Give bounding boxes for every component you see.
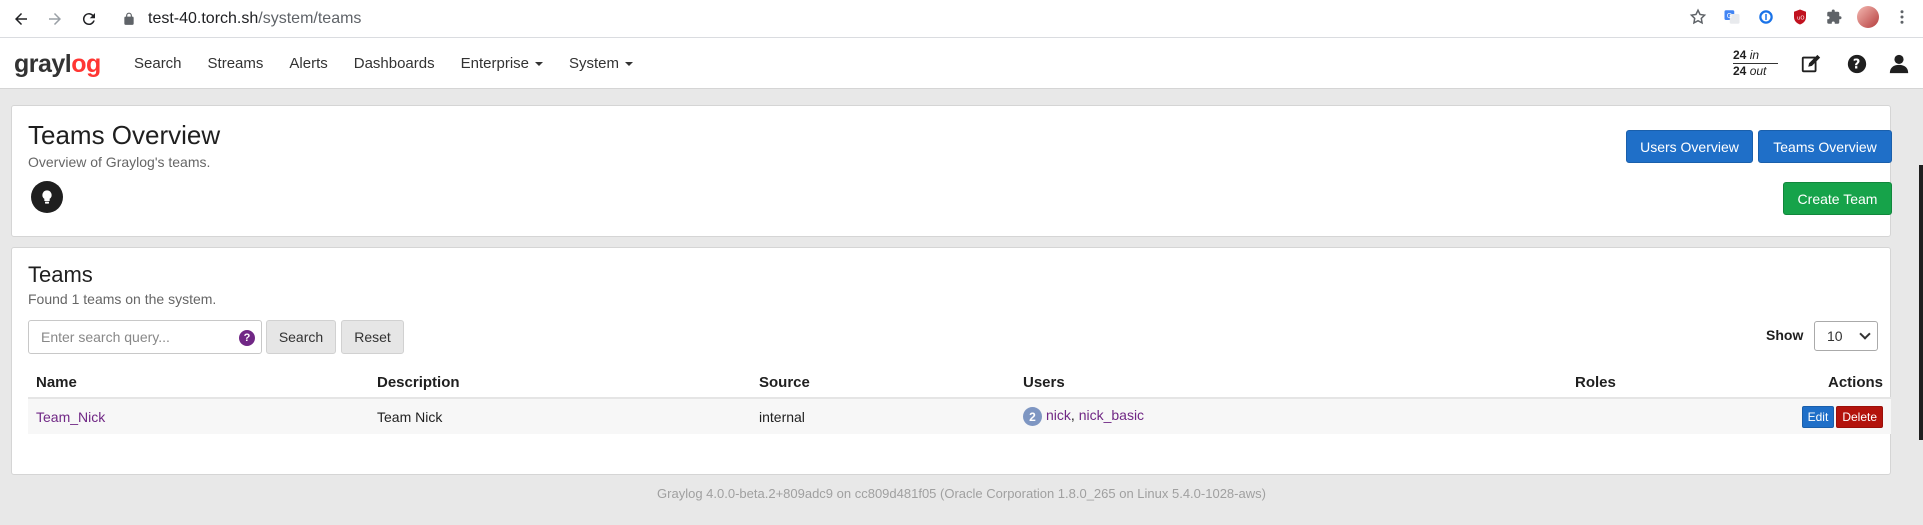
version-footer: Graylog 4.0.0-beta.2+809adc9 on cc809d48… xyxy=(657,486,1266,501)
search-button[interactable]: Search xyxy=(266,320,336,354)
profile-avatar[interactable] xyxy=(1857,6,1879,28)
user-count-badge: 2 xyxy=(1023,407,1042,426)
extensions-puzzle-icon[interactable] xyxy=(1823,6,1845,28)
main-nav: Search Streams Alerts Dashboards Enterpr… xyxy=(134,38,659,89)
address-bar[interactable]: test-40.torch.sh/system/teams xyxy=(122,10,361,28)
section-subtitle: Found 1 teams on the system. xyxy=(28,291,217,307)
table-row: Team_Nick Team Nick internal 2 nick, nick… xyxy=(28,398,1891,434)
team-description: Team Nick xyxy=(369,398,751,434)
reset-button[interactable]: Reset xyxy=(341,320,404,354)
column-header-description: Description xyxy=(369,368,751,399)
team-roles xyxy=(1567,398,1767,434)
user-menu-icon[interactable] xyxy=(1888,53,1910,75)
back-icon[interactable] xyxy=(8,6,34,32)
page-scrollbar[interactable] xyxy=(1919,165,1923,440)
column-header-name: Name xyxy=(28,368,369,399)
caret-down-icon xyxy=(625,62,634,67)
page-header-panel: Teams Overview Overview of Graylog's tea… xyxy=(11,105,1892,237)
page-size-label: Show xyxy=(1766,327,1804,343)
password-manager-icon[interactable] xyxy=(1755,6,1777,28)
forward-icon[interactable] xyxy=(42,6,68,32)
delete-team-button[interactable]: Delete xyxy=(1836,405,1883,428)
section-title: Teams xyxy=(28,262,93,287)
column-header-actions: Actions xyxy=(1767,368,1891,399)
user-link[interactable]: nick_basic xyxy=(1079,407,1144,423)
column-header-roles: Roles xyxy=(1567,368,1767,399)
edit-team-button[interactable]: Edit xyxy=(1801,405,1835,428)
search-field: ? xyxy=(28,320,262,354)
page-size-select[interactable]: 10 xyxy=(1814,321,1878,351)
teams-table: Name Description Source Users Roles Acti… xyxy=(28,368,1891,434)
nav-enterprise-dropdown[interactable]: Enterprise xyxy=(461,55,543,72)
caret-down-icon xyxy=(535,62,543,67)
create-team-button[interactable]: Create Team xyxy=(1783,182,1892,215)
url-path: /system/teams xyxy=(258,9,362,27)
lock-icon xyxy=(124,12,134,25)
graylog-logo[interactable]: graylog xyxy=(14,50,101,79)
teams-panel: Teams Found 1 teams on the system. ? Sea… xyxy=(11,247,1891,475)
table-header-row: Name Description Source Users Roles Acti… xyxy=(28,368,1891,399)
search-input[interactable] xyxy=(41,329,241,345)
help-circle-icon[interactable]: ? xyxy=(1846,53,1868,75)
nav-streams[interactable]: Streams xyxy=(208,55,264,72)
svg-text:uO: uO xyxy=(1797,15,1804,21)
nav-dashboards[interactable]: Dashboards xyxy=(354,55,435,72)
teams-overview-button[interactable]: Teams Overview xyxy=(1758,130,1892,163)
nav-system-dropdown[interactable]: System xyxy=(569,55,634,72)
page-title: Teams Overview xyxy=(28,120,221,150)
team-name-link[interactable]: Team_Nick xyxy=(36,409,105,425)
nav-search[interactable]: Search xyxy=(134,55,182,72)
translate-extension-icon[interactable]: G xyxy=(1721,6,1743,28)
ublock-shield-icon[interactable]: uO xyxy=(1789,6,1811,28)
chevron-down-icon xyxy=(1859,328,1871,340)
url-host: test-40.torch.sh xyxy=(148,9,259,27)
svg-text:G: G xyxy=(1727,12,1732,20)
throughput-indicator[interactable]: 24 in 24 out xyxy=(1733,48,1778,78)
user-link[interactable]: nick xyxy=(1046,407,1071,423)
svg-text:?: ? xyxy=(1853,58,1860,73)
reload-icon[interactable] xyxy=(76,6,102,32)
bookmark-star-icon[interactable] xyxy=(1687,6,1709,28)
nav-alerts[interactable]: Alerts xyxy=(289,55,327,72)
lightbulb-icon[interactable] xyxy=(31,181,63,213)
column-header-source: Source xyxy=(751,368,1015,399)
team-source: internal xyxy=(751,398,1015,434)
graylog-navbar: graylog Search Streams Alerts Dashboards… xyxy=(0,38,1923,89)
browser-menu-icon[interactable] xyxy=(1891,6,1913,28)
column-header-users: Users xyxy=(1015,368,1567,399)
users-overview-button[interactable]: Users Overview xyxy=(1626,130,1753,163)
scratchpad-edit-icon[interactable] xyxy=(1800,53,1822,75)
page-subtitle: Overview of Graylog's teams. xyxy=(28,154,211,170)
query-help-icon[interactable]: ? xyxy=(239,330,255,346)
browser-toolbar: test-40.torch.sh/system/teams G uO xyxy=(0,0,1923,38)
